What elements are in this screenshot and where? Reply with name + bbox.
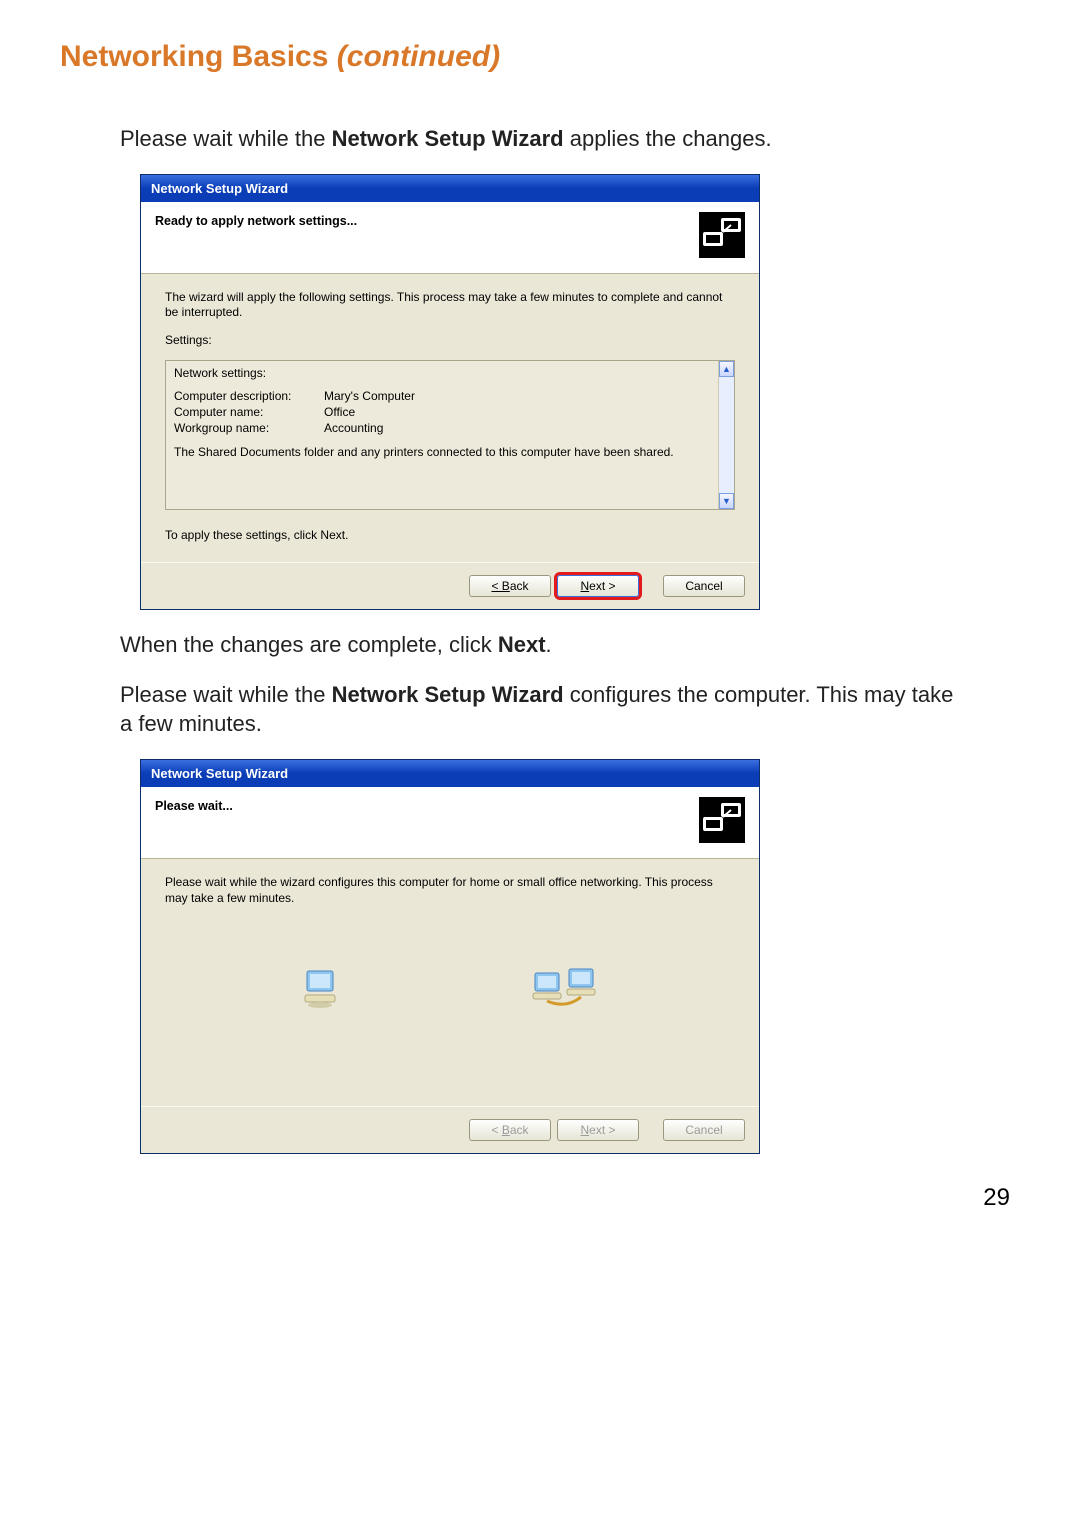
- network-setup-wizard-apply: Network Setup Wizard Ready to apply netw…: [140, 174, 760, 610]
- network-computers-icon: [699, 212, 745, 258]
- page-title: Networking Basics (continued): [60, 40, 1020, 74]
- window-titlebar[interactable]: Network Setup Wizard: [141, 760, 759, 787]
- wizard-intro-text: The wizard will apply the following sett…: [165, 290, 735, 321]
- window-titlebar[interactable]: Network Setup Wizard: [141, 175, 759, 202]
- wizard-footer: < Back Next > Cancel: [141, 562, 759, 609]
- page-number: 29: [60, 1184, 1020, 1212]
- network-setup-wizard-wait: Network Setup Wizard Please wait... Plea…: [140, 759, 760, 1154]
- window-title: Network Setup Wizard: [151, 766, 288, 781]
- page-title-main: Networking Basics: [60, 40, 337, 73]
- scrollbar[interactable]: ▲ ▼: [718, 361, 734, 509]
- wizard-heading: Please wait...: [155, 797, 233, 813]
- next-button[interactable]: Next >: [557, 575, 639, 597]
- settings-content: Network settings: Computer description: …: [166, 361, 718, 509]
- intro-paragraph-3: Please wait while the Network Setup Wiza…: [120, 680, 960, 739]
- setting-row-description: Computer description: Mary's Computer: [174, 388, 710, 404]
- cancel-button: Cancel: [663, 1119, 745, 1141]
- settings-label: Settings:: [165, 333, 735, 349]
- wizard-heading: Ready to apply network settings...: [155, 212, 357, 228]
- apply-instruction: To apply these settings, click Next.: [165, 528, 735, 544]
- setting-row-name: Computer name: Office: [174, 404, 710, 420]
- back-button[interactable]: < Back: [469, 575, 551, 597]
- wizard-body: Please wait while the wizard configures …: [141, 859, 759, 1106]
- window-title: Network Setup Wizard: [151, 181, 288, 196]
- next-button: Next >: [557, 1119, 639, 1141]
- settings-header: Network settings:: [174, 365, 710, 381]
- wizard-header: Ready to apply network settings...: [141, 202, 759, 274]
- computer-single-icon: [299, 965, 343, 1012]
- settings-panel: Network settings: Computer description: …: [165, 360, 735, 510]
- computer-network-icon: [531, 965, 601, 1012]
- intro-paragraph-1: Please wait while the Network Setup Wiza…: [120, 124, 960, 154]
- back-button: < Back: [469, 1119, 551, 1141]
- page-title-continued: (continued): [337, 40, 500, 73]
- scroll-track[interactable]: [719, 377, 734, 493]
- intro-paragraph-2: When the changes are complete, click Nex…: [120, 630, 960, 660]
- settings-footer-text: The Shared Documents folder and any prin…: [174, 444, 710, 460]
- scroll-down-button[interactable]: ▼: [719, 493, 734, 509]
- scroll-up-button[interactable]: ▲: [719, 361, 734, 377]
- wizard-intro-text: Please wait while the wizard configures …: [165, 875, 735, 906]
- setting-row-workgroup: Workgroup name: Accounting: [174, 420, 710, 436]
- wizard-header: Please wait...: [141, 787, 759, 859]
- cancel-button[interactable]: Cancel: [663, 575, 745, 597]
- wizard-body: The wizard will apply the following sett…: [141, 274, 759, 562]
- wizard-footer: < Back Next > Cancel: [141, 1106, 759, 1153]
- network-computers-icon: [699, 797, 745, 843]
- configure-graphic: [165, 918, 735, 1088]
